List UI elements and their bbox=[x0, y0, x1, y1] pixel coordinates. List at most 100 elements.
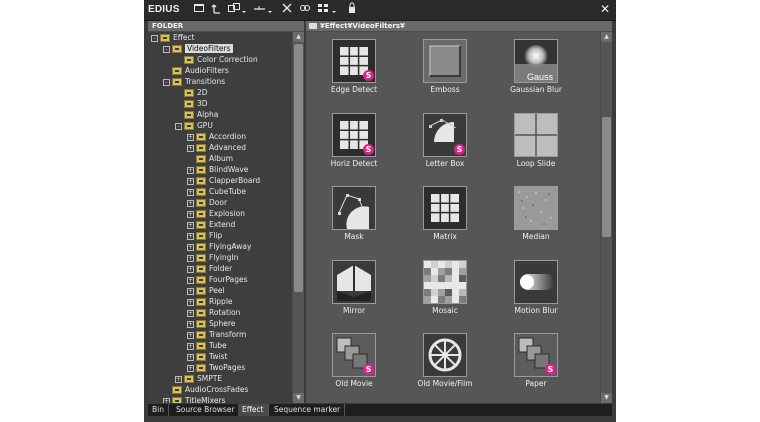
expand-icon[interactable]: + bbox=[187, 210, 194, 218]
tree-item[interactable]: Alpha bbox=[175, 109, 218, 120]
expand-icon[interactable]: + bbox=[187, 199, 194, 207]
expand-icon[interactable]: + bbox=[187, 166, 194, 174]
effect-tile[interactable]: S Edge Detect bbox=[311, 35, 397, 105]
collapse-icon[interactable]: - bbox=[175, 122, 182, 130]
expand-icon[interactable]: + bbox=[187, 287, 194, 295]
tree-item[interactable]: AudioFilters bbox=[163, 65, 229, 76]
tree-item[interactable]: AudioCrossFades bbox=[163, 384, 248, 395]
expand-icon[interactable]: + bbox=[187, 177, 194, 185]
tree-item[interactable]: + Door bbox=[187, 197, 227, 208]
effect-tile[interactable]: Mosaic bbox=[402, 256, 488, 326]
new-folder-icon[interactable] bbox=[192, 2, 206, 18]
tree-item[interactable]: 3D bbox=[175, 98, 208, 109]
expand-icon[interactable]: + bbox=[187, 353, 194, 361]
tree-item[interactable]: + Rotation bbox=[187, 307, 240, 318]
tab-bin[interactable]: Bin bbox=[148, 404, 169, 416]
expand-icon[interactable]: + bbox=[187, 254, 194, 262]
tree-item[interactable]: + Tube bbox=[187, 340, 227, 351]
collapse-icon[interactable]: - bbox=[163, 45, 170, 53]
tree-item[interactable]: + Flip bbox=[187, 230, 222, 241]
expand-icon[interactable]: + bbox=[187, 276, 194, 284]
scroll-up-icon[interactable]: ▲ bbox=[293, 32, 304, 42]
expand-icon[interactable]: + bbox=[187, 243, 194, 251]
tools-icon[interactable] bbox=[298, 2, 312, 18]
tree-item[interactable]: + Extend bbox=[187, 219, 235, 230]
scroll-up-icon[interactable]: ▲ bbox=[601, 32, 612, 42]
tree-item[interactable]: Color Correction bbox=[175, 54, 258, 65]
expand-icon[interactable]: + bbox=[187, 298, 194, 306]
effect-tile[interactable]: Emboss bbox=[402, 35, 488, 105]
tree-item-label: Effect bbox=[173, 33, 195, 42]
effect-tile[interactable]: Gauss Gaussian Blur bbox=[493, 35, 579, 105]
tree-item[interactable]: Album bbox=[187, 153, 233, 164]
tree-item[interactable]: + Explosion bbox=[187, 208, 245, 219]
effect-tile[interactable]: Loop Slide bbox=[493, 109, 579, 179]
expand-icon[interactable]: + bbox=[163, 397, 170, 403]
layout-icon[interactable] bbox=[226, 2, 248, 18]
tree-item[interactable]: + Transform bbox=[187, 329, 246, 340]
expand-icon[interactable]: + bbox=[187, 232, 194, 240]
delete-icon[interactable] bbox=[280, 2, 294, 18]
expand-icon[interactable]: + bbox=[175, 375, 182, 383]
expand-icon[interactable]: + bbox=[187, 364, 194, 372]
tree-item[interactable]: - GPU bbox=[175, 120, 213, 131]
effects-scrollbar[interactable]: ▲ ▼ bbox=[601, 32, 612, 403]
collapse-icon[interactable]: - bbox=[163, 78, 170, 86]
tree-item[interactable]: + Accordion bbox=[187, 131, 246, 142]
tree-item[interactable]: + ClapperBoard bbox=[187, 175, 260, 186]
tree-item[interactable]: - Effect bbox=[151, 32, 195, 43]
tree-item[interactable]: - VideoFilters bbox=[163, 43, 233, 54]
expand-icon[interactable]: + bbox=[187, 331, 194, 339]
tree-item[interactable]: + BlindWave bbox=[187, 164, 248, 175]
up-folder-icon[interactable] bbox=[210, 2, 222, 18]
expand-icon[interactable]: + bbox=[187, 133, 194, 141]
expand-icon[interactable]: + bbox=[187, 265, 194, 273]
effect-folder-icon bbox=[196, 364, 206, 372]
tree-item[interactable]: + FlyingIn bbox=[187, 252, 238, 263]
tab-source-browser[interactable]: Source Browser bbox=[172, 404, 240, 416]
expand-icon[interactable]: + bbox=[187, 144, 194, 152]
tab-sequence-marker[interactable]: Sequence marker bbox=[270, 404, 346, 416]
expand-icon[interactable]: + bbox=[187, 221, 194, 229]
effect-tile[interactable]: Mask bbox=[311, 182, 397, 252]
close-icon[interactable]: ✕ bbox=[600, 2, 610, 16]
effect-tile[interactable]: Old Movie/Film bbox=[402, 329, 488, 399]
expand-icon[interactable]: + bbox=[187, 342, 194, 350]
effect-tile[interactable]: S Old Movie bbox=[311, 329, 397, 399]
view-icon[interactable] bbox=[316, 2, 338, 18]
tree-item[interactable]: + Twist bbox=[187, 351, 227, 362]
scroll-down-icon[interactable]: ▼ bbox=[601, 393, 612, 403]
tree-item[interactable]: - Transitions bbox=[163, 76, 225, 87]
tree-item[interactable]: + Peel bbox=[187, 285, 225, 296]
effect-tile[interactable]: S Horiz Detect bbox=[311, 109, 397, 179]
effect-tile[interactable]: Mirror bbox=[311, 256, 397, 326]
tree-item[interactable]: + CubeTube bbox=[187, 186, 246, 197]
collapse-icon[interactable]: - bbox=[151, 34, 158, 42]
lock-icon[interactable] bbox=[346, 2, 358, 18]
tree-item[interactable]: + Sphere bbox=[187, 318, 235, 329]
tree-item[interactable]: + Folder bbox=[187, 263, 232, 274]
effect-tile[interactable]: S Letter Box bbox=[402, 109, 488, 179]
separator-icon[interactable] bbox=[252, 2, 274, 18]
effect-tile[interactable]: Motion Blur bbox=[493, 256, 579, 326]
expand-icon[interactable]: + bbox=[187, 188, 194, 196]
effect-tile[interactable]: Matrix bbox=[402, 182, 488, 252]
effect-tile[interactable]: S Paper bbox=[493, 329, 579, 399]
tree-item[interactable]: + Advanced bbox=[187, 142, 246, 153]
effects-scroll-thumb[interactable] bbox=[602, 117, 611, 237]
expand-icon[interactable]: + bbox=[187, 309, 194, 317]
tab-effect[interactable]: Effect bbox=[238, 404, 269, 416]
scroll-down-icon[interactable]: ▼ bbox=[293, 393, 304, 403]
tree-item[interactable]: + TitleMixers bbox=[163, 395, 225, 403]
tree-item[interactable]: + SMPTE bbox=[175, 373, 222, 384]
tree-item[interactable]: + TwoPages bbox=[187, 362, 245, 373]
tree-item[interactable]: + Ripple bbox=[187, 296, 233, 307]
tree-item[interactable]: + FlyingAway bbox=[187, 241, 251, 252]
tree-item[interactable]: 2D bbox=[175, 87, 208, 98]
effect-tile[interactable]: Median bbox=[493, 182, 579, 252]
folder-scrollbar[interactable]: ▲ ▼ bbox=[293, 32, 304, 403]
folder-scroll-thumb[interactable] bbox=[294, 44, 303, 292]
tree-item[interactable]: + FourPages bbox=[187, 274, 248, 285]
expand-icon[interactable]: + bbox=[187, 320, 194, 328]
effect-folder-icon bbox=[196, 243, 206, 251]
